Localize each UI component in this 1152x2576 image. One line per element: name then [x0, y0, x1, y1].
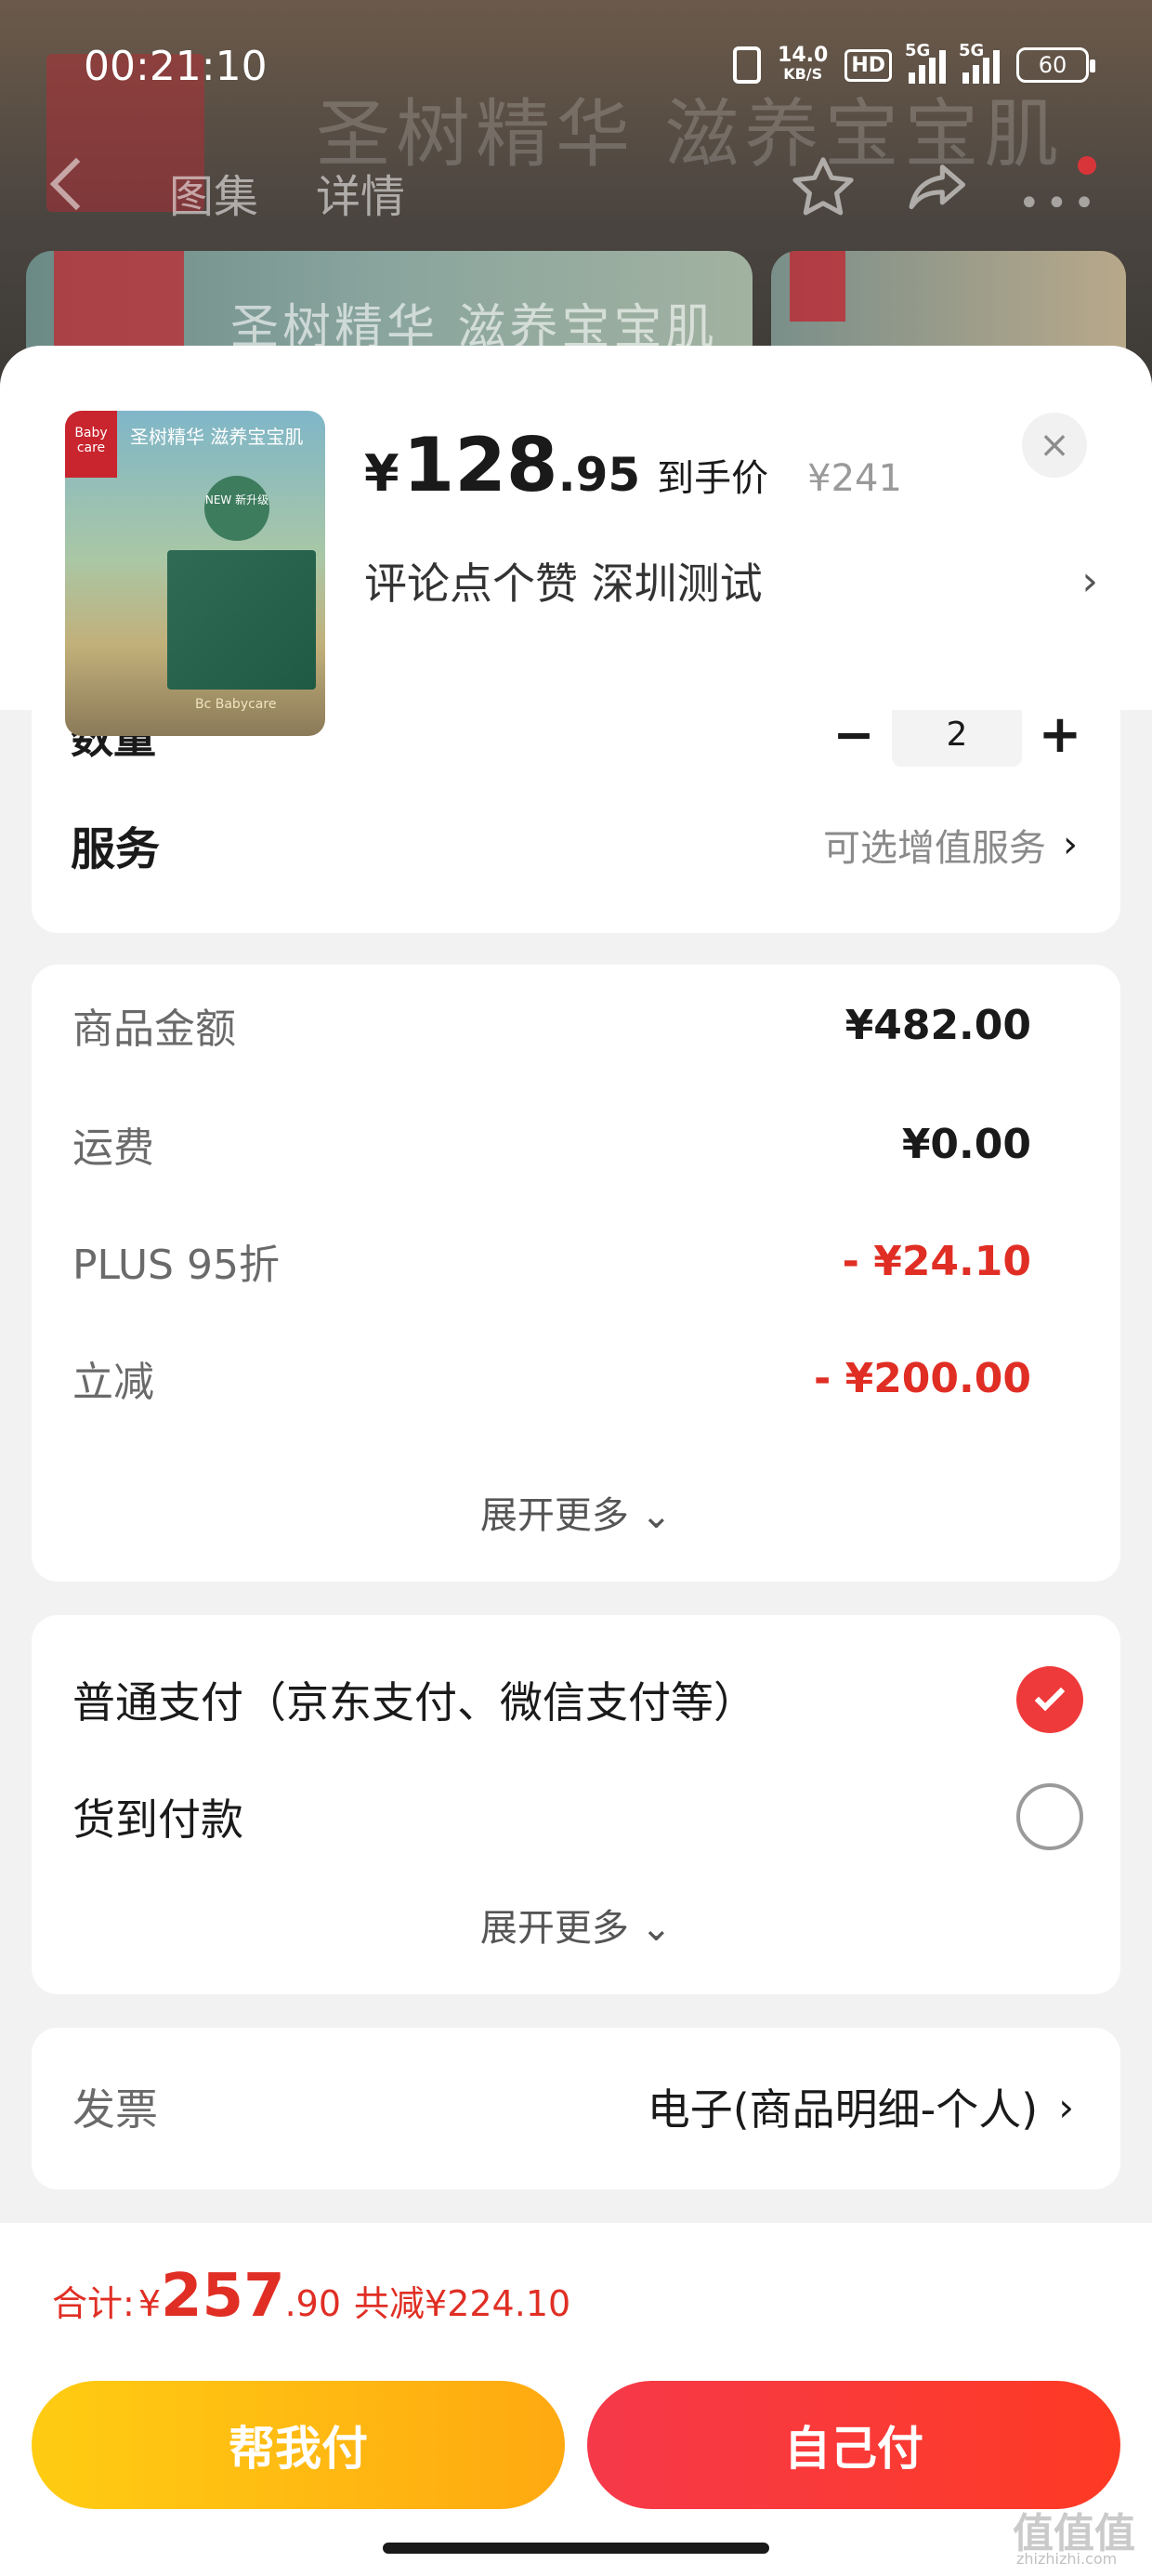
net-speed: 14.0 KB/S: [778, 46, 828, 84]
fee-row-goods-amount: 商品金额 ¥482.00: [72, 992, 1031, 1058]
radio-unchecked-icon[interactable]: [1016, 1783, 1083, 1850]
original-price: ¥241: [807, 457, 902, 500]
spec-text: 评论点个赞 深圳测试: [364, 559, 763, 609]
battery-icon: 60: [1016, 47, 1095, 83]
fee-label: 立减: [72, 1359, 154, 1406]
payment-method-card: 普通支付（京东支付、微信支付等） 货到付款 展开更多 ⌄: [32, 1615, 1120, 1994]
fee-value: - ¥200.00: [814, 1354, 1031, 1402]
status-bar: 00:21:10 14.0 KB/S HD 5G 5G 60: [0, 0, 1152, 121]
total-summary: 合计: ¥ 257 .90 共减¥224.10: [52, 2262, 570, 2331]
status-time: 00:21:10: [84, 43, 268, 90]
more-dots-icon[interactable]: •••: [1018, 182, 1101, 225]
expand-more-link[interactable]: 展开更多 ⌄: [32, 1485, 1120, 1539]
fee-row-shipping: 运费 ¥0.00: [72, 1111, 1031, 1176]
favorite-star-icon[interactable]: [788, 152, 858, 223]
quantity-plus-button[interactable]: +: [1028, 702, 1093, 767]
net-speed-unit: KB/S: [783, 65, 823, 83]
radio-checked-icon[interactable]: [1016, 1666, 1083, 1733]
status-icons: 14.0 KB/S HD 5G 5G 60: [733, 41, 1095, 85]
price-row: ¥ 128 .95 到手价 ¥241: [364, 422, 902, 508]
sheet-header: Baby care 圣树精华 滋养宝宝肌 NEW 新升级 Bc Babycare…: [0, 346, 1152, 736]
thumbnail-brand-text: Bc Babycare: [195, 697, 277, 712]
price-currency: ¥: [364, 444, 399, 503]
payment-option-cod[interactable]: 货到付款: [72, 1775, 1083, 1859]
close-icon[interactable]: ×: [1022, 413, 1087, 478]
service-label: 服务: [71, 823, 161, 875]
bottom-action-bar: 合计: ¥ 257 .90 共减¥224.10 帮我付 自己付 值值值 zhiz…: [0, 2223, 1152, 2576]
expand-more-link[interactable]: 展开更多 ⌄: [32, 1898, 1120, 1952]
payment-option-label: 货到付款: [72, 1794, 243, 1845]
total-currency: ¥: [137, 2283, 161, 2324]
pay-myself-button[interactable]: 自己付: [587, 2381, 1120, 2509]
fee-label: 运费: [72, 1124, 154, 1172]
signal-label: 5G: [905, 41, 931, 60]
invoice-value: 电子(商品明细-个人): [647, 2084, 1039, 2135]
chevron-right-icon: ›: [1063, 823, 1078, 866]
signal-icon: 5G: [959, 41, 1000, 84]
tab-gallery[interactable]: 图集: [169, 160, 258, 225]
fee-label: 商品金额: [72, 1005, 236, 1053]
signal-label: 5G: [959, 41, 985, 60]
share-icon[interactable]: [901, 152, 972, 223]
thumbnail-brand-logo: Baby care: [65, 411, 117, 478]
thumbnail-new-badge: NEW 新升级: [204, 476, 269, 541]
invoice-row[interactable]: 发票 电子(商品明细-个人) ›: [72, 2065, 1074, 2149]
help-me-pay-button[interactable]: 帮我付: [32, 2381, 565, 2509]
fee-value: ¥0.00: [901, 1120, 1031, 1168]
payment-option-online[interactable]: 普通支付（京东支付、微信支付等）: [72, 1658, 1083, 1741]
fee-label: PLUS 95折: [72, 1242, 280, 1289]
signal-icon: 5G: [905, 41, 946, 84]
watermark-url: zhizhizhi.com: [1016, 2550, 1118, 2568]
total-decimal: .90: [284, 2283, 342, 2324]
service-row[interactable]: 服务 可选增值服务 ›: [71, 803, 1078, 887]
fee-row-plus-discount: PLUS 95折 - ¥24.10: [72, 1229, 1031, 1294]
vibrate-icon: [733, 46, 762, 84]
fee-value: ¥482.00: [844, 1001, 1031, 1049]
home-indicator[interactable]: [383, 2543, 769, 2554]
price-integer: 128: [402, 422, 558, 508]
chevron-right-icon: ›: [1081, 557, 1098, 605]
total-label: 合计:: [52, 2283, 135, 2324]
net-speed-value: 14.0: [778, 44, 829, 67]
fee-breakdown-card: 商品金额 ¥482.00 运费 ¥0.00 PLUS 95折 - ¥24.10 …: [32, 965, 1120, 1582]
fee-value: - ¥24.10: [842, 1237, 1031, 1285]
price-decimal: .95: [557, 448, 641, 502]
notification-dot: [1078, 156, 1096, 175]
invoice-card: 发票 电子(商品明细-个人) ›: [32, 2028, 1120, 2189]
tab-details[interactable]: 详情: [316, 160, 405, 225]
hd-badge-icon: HD: [844, 48, 892, 82]
total-saved: 共减¥224.10: [354, 2283, 571, 2324]
fee-row-instant-discount: 立减 - ¥200.00: [72, 1346, 1031, 1411]
service-value: 可选增值服务: [823, 827, 1046, 870]
product-box-image: [167, 550, 316, 690]
product-thumbnail[interactable]: Baby care 圣树精华 滋养宝宝肌 NEW 新升级 Bc Babycare: [65, 411, 325, 736]
spec-selector[interactable]: 评论点个赞 深圳测试 ›: [364, 548, 1098, 613]
chevron-right-icon: ›: [1058, 2083, 1074, 2130]
thumbnail-banner-text: 圣树精华 滋养宝宝肌: [130, 426, 304, 448]
total-integer: 257: [161, 2262, 285, 2331]
brand-logo: [790, 251, 845, 322]
invoice-label: 发票: [72, 2084, 158, 2135]
quantity-input[interactable]: 2: [892, 702, 1022, 767]
quantity-minus-button[interactable]: −: [821, 702, 886, 767]
payment-option-label: 普通支付（京东支付、微信支付等）: [72, 1677, 756, 1728]
final-price-label: 到手价: [657, 457, 769, 500]
